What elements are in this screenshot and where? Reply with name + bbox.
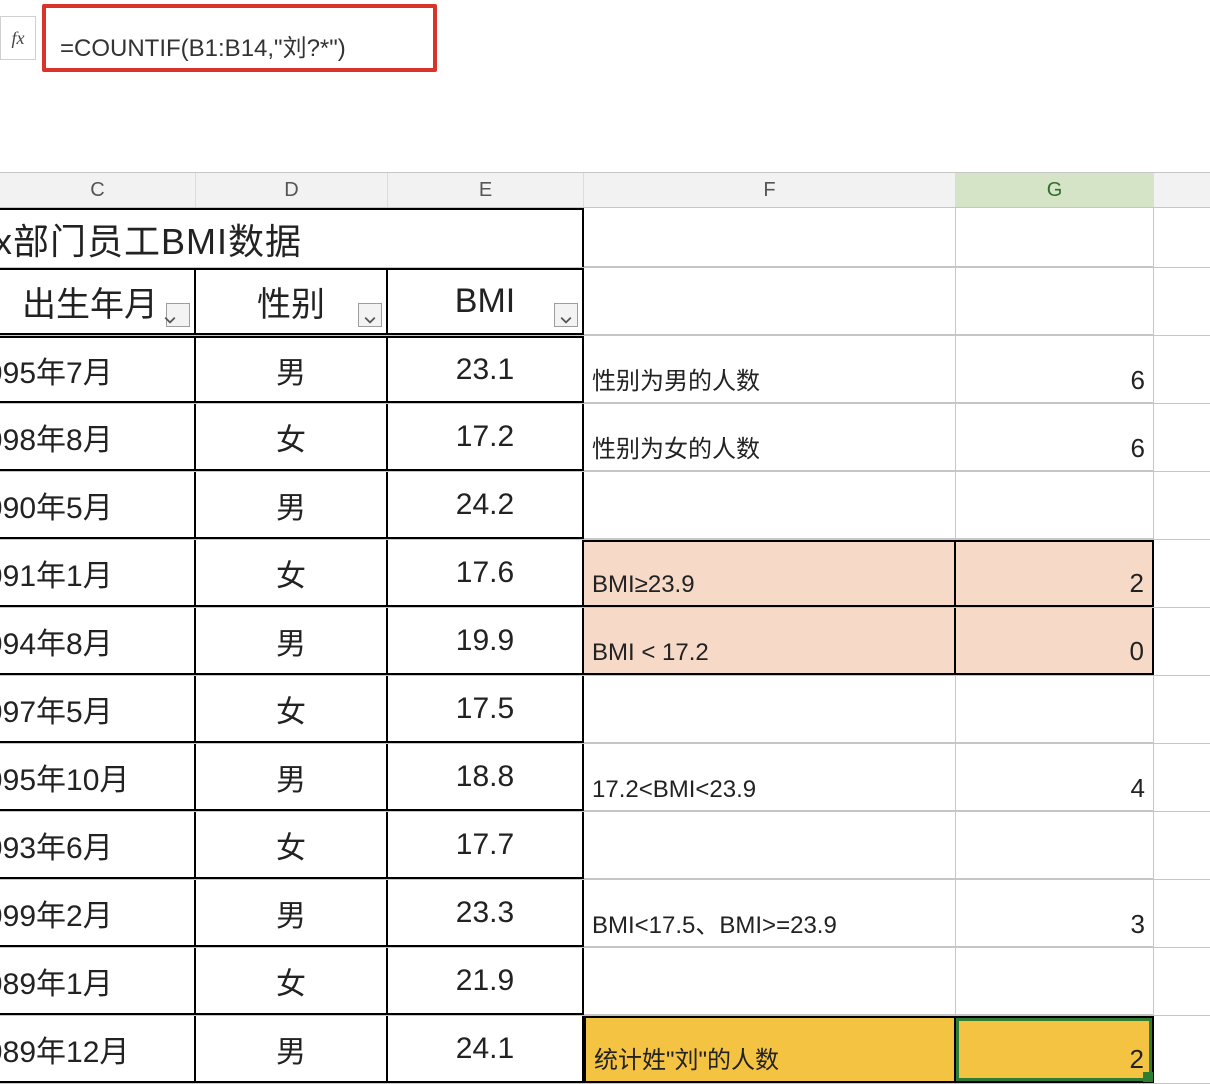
cell-birth[interactable]: 990年5月 [0,472,196,539]
cell-bmi[interactable]: 24.2 [388,472,584,539]
cell-gender[interactable]: 男 [196,744,388,811]
header-birth-label: 出生年月 [36,277,158,326]
table-row: 995年7月男23.1性别为男的人数6 [0,336,1210,404]
filter-button[interactable] [554,303,578,327]
cell-blank[interactable] [956,208,1154,267]
cell-stat-label[interactable] [584,812,956,879]
chevron-down-icon [560,296,572,335]
cell-bmi[interactable]: 17.5 [388,676,584,743]
table-row: 989年12月男24.1统计姓"刘"的人数2 [0,1016,1210,1084]
column-header-row: C D E F G [0,172,1210,208]
cell-stat-value[interactable] [956,812,1154,879]
cell-stat-label[interactable]: BMI≥23.9 [584,540,956,607]
fx-button[interactable]: fx [0,16,36,60]
formula-input[interactable]: =COUNTIF(B1:B14,"刘?*") [60,28,440,63]
cell-stat-value[interactable] [956,676,1154,743]
cell-bmi[interactable]: 17.2 [388,404,584,471]
filter-button[interactable] [166,303,190,327]
cell-stat-value[interactable] [956,948,1154,1015]
table-row: 999年2月男23.3BMI<17.5、BMI>=23.93 [0,880,1210,948]
cell-stat-value[interactable]: 2 [956,540,1154,607]
cell-gender[interactable]: 女 [196,812,388,879]
table-row: 989年1月女21.9 [0,948,1210,1016]
cell-birth[interactable]: 993年6月 [0,812,196,879]
cell-bmi[interactable]: 23.3 [388,880,584,947]
cell-stat-value[interactable] [956,472,1154,539]
cell-birth[interactable]: 991年1月 [0,540,196,607]
cell-stat-label[interactable] [584,676,956,743]
cell-gender[interactable]: 女 [196,948,388,1015]
cell-stat-label[interactable]: 统计姓"刘"的人数 [584,1016,956,1083]
cell-bmi[interactable]: 21.9 [388,948,584,1015]
cell-bmi[interactable]: 17.6 [388,540,584,607]
chevron-down-icon [364,296,376,335]
rows-container: 995年7月男23.1性别为男的人数6998年8月女17.2性别为女的人数699… [0,336,1210,1084]
cell-stat-value[interactable]: 0 [956,608,1154,675]
filter-button[interactable] [358,303,382,327]
cell-blank[interactable] [584,208,956,267]
cell-bmi[interactable]: 17.7 [388,812,584,879]
column-header-G[interactable]: G [956,173,1154,207]
cell-stat-label[interactable]: BMI < 17.2 [584,608,956,675]
cell-gender[interactable]: 女 [196,540,388,607]
cell-birth[interactable]: 997年5月 [0,676,196,743]
cell-stat-value[interactable]: 6 [956,404,1154,471]
cell-bmi[interactable]: 18.8 [388,744,584,811]
cell-birth[interactable]: 994年8月 [0,608,196,675]
active-cell-outline [956,1018,1152,1081]
header-gender[interactable]: 性别 [196,268,388,335]
table-row: 995年10月男18.817.2<BMI<23.94 [0,744,1210,812]
cell-stat-value[interactable]: 3 [956,880,1154,947]
column-header-D[interactable]: D [196,173,388,207]
table-row: 997年5月女17.5 [0,676,1210,744]
column-header-F[interactable]: F [584,173,956,207]
header-birth[interactable]: 出生年月 [0,268,196,335]
cell-gender[interactable]: 男 [196,336,388,403]
column-header-C[interactable]: C [0,173,196,207]
table-row: 994年8月男19.9BMI < 17.20 [0,608,1210,676]
cell-bmi[interactable]: 24.1 [388,1016,584,1083]
cell-gender[interactable]: 男 [196,880,388,947]
header-gender-label: 性别 [257,277,325,326]
cell-gender[interactable]: 女 [196,404,388,471]
cell-birth[interactable]: 999年2月 [0,880,196,947]
cell-birth[interactable]: 998年8月 [0,404,196,471]
cell-blank[interactable] [584,268,956,335]
spreadsheet-grid: C D E F G x部门员工BMI数据 出生年月 性别 [0,172,1210,1084]
cell-gender[interactable]: 男 [196,1016,388,1083]
fill-handle[interactable] [1143,1072,1153,1082]
sheet-title[interactable]: x部门员工BMI数据 [0,208,584,267]
table-row: 993年6月女17.7 [0,812,1210,880]
cell-birth[interactable]: 989年1月 [0,948,196,1015]
table-row: 991年1月女17.6BMI≥23.92 [0,540,1210,608]
cell-stat-label[interactable] [584,472,956,539]
cell-stat-label[interactable]: 17.2<BMI<23.9 [584,744,956,811]
cell-gender[interactable]: 男 [196,608,388,675]
title-row: x部门员工BMI数据 [0,208,1210,268]
cell-birth[interactable]: 989年12月 [0,1016,196,1083]
cell-gender[interactable]: 女 [196,676,388,743]
cell-stat-value[interactable]: 2 [956,1016,1154,1083]
cell-stat-label[interactable]: BMI<17.5、BMI>=23.9 [584,880,956,947]
cell-birth[interactable]: 995年7月 [0,336,196,403]
cell-stat-value[interactable]: 4 [956,744,1154,811]
header-bmi-label: BMI [455,282,515,321]
table-header-row: 出生年月 性别 BMI [0,268,1210,336]
table-row: 998年8月女17.2性别为女的人数6 [0,404,1210,472]
cell-bmi[interactable]: 23.1 [388,336,584,403]
table-row: 990年5月男24.2 [0,472,1210,540]
column-header-E[interactable]: E [388,173,584,207]
cell-stat-label[interactable]: 性别为女的人数 [584,404,956,471]
cell-stat-value[interactable]: 6 [956,336,1154,403]
header-bmi[interactable]: BMI [388,268,584,335]
cell-stat-label[interactable]: 性别为男的人数 [584,336,956,403]
cell-stat-label[interactable] [584,948,956,1015]
cell-blank[interactable] [956,268,1154,335]
cell-bmi[interactable]: 19.9 [388,608,584,675]
cell-gender[interactable]: 男 [196,472,388,539]
cell-birth[interactable]: 995年10月 [0,744,196,811]
